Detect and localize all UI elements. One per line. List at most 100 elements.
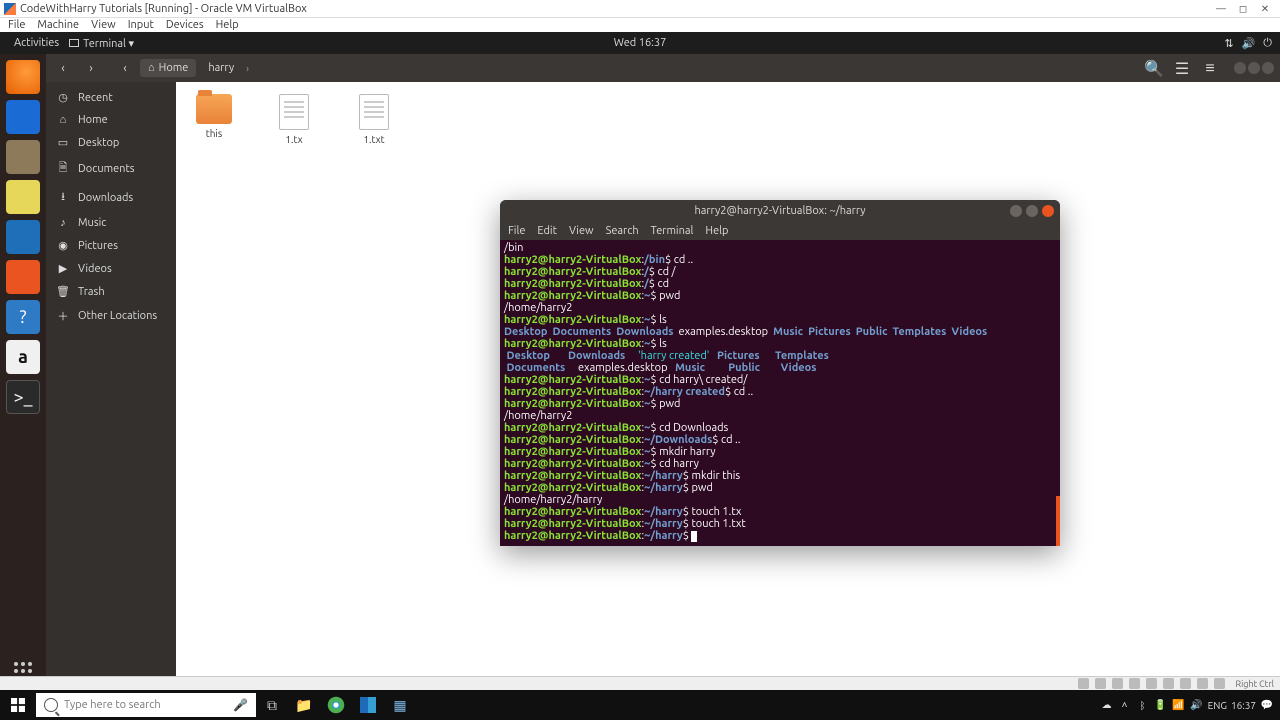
sidebar-label: Documents [78,163,135,175]
terminal-close-button[interactable] [1042,205,1054,217]
vb-optical-icon[interactable] [1095,678,1106,689]
file-item[interactable]: 1.tx [268,94,320,145]
sidebar-item-documents[interactable]: 🗎 Documents [46,154,176,183]
terminal-content[interactable]: /bin harry2@harry2-VirtualBox:/bin$ cd .… [500,240,1060,546]
taskbar-search[interactable]: 🎤 [36,693,256,717]
sidebar-label: Recent [78,92,113,104]
dock-help-icon[interactable]: ? [6,300,40,334]
terminal-maximize-button[interactable] [1026,205,1038,217]
start-button[interactable] [0,690,36,720]
focused-app-indicator[interactable]: Terminal ▾ [69,37,134,50]
tray-wifi-icon[interactable]: 📶 [1172,698,1186,712]
window-close-button[interactable] [1262,62,1274,74]
tray-chevron-icon[interactable]: ˄ [1118,698,1132,712]
taskbar-virtualbox-icon[interactable] [352,690,384,720]
sidebar-icon: ⌂ [56,114,70,126]
file-label: 1.tx [285,134,302,145]
virtualbox-statusbar: Right Ctrl [0,676,1280,690]
host-close-button[interactable]: ✕ [1254,2,1276,16]
vb-display-icon[interactable] [1180,678,1191,689]
tray-lang[interactable]: ENG [1208,700,1227,711]
power-icon[interactable]: ⏻ [1263,37,1272,50]
terminal-menubar: File Edit View Search Terminal Help [500,222,1060,240]
sidebar-item-downloads[interactable]: ⭳Downloads [46,183,176,212]
sidebar-item-desktop[interactable]: ▭Desktop [46,131,176,154]
breadcrumb-harry[interactable]: harry [200,59,242,77]
host-titlebar: CodeWithHarry Tutorials [Running] - Orac… [0,0,1280,18]
sidebar-item-other-locations[interactable]: ＋Other Locations [46,303,176,329]
file-item[interactable]: 1.txt [348,94,400,145]
scrollbar[interactable] [1056,496,1060,546]
tray-volume-icon[interactable]: 🔊 [1190,698,1204,712]
vb-shared-icon[interactable] [1163,678,1174,689]
terminal-menu-file[interactable]: File [508,225,525,237]
breadcrumb-home[interactable]: ⌂ Home [140,59,196,77]
path-prev-icon[interactable]: ‹ [114,57,136,79]
terminal-menu-view[interactable]: View [569,225,594,237]
taskbar-explorer-icon[interactable]: 📁 [288,690,320,720]
vb-usb-icon[interactable] [1146,678,1157,689]
tray-battery-icon[interactable]: 🔋 [1154,698,1168,712]
host-menu-help[interactable]: Help [216,19,239,31]
doc-icon [359,94,389,130]
sidebar-item-pictures[interactable]: ◉Pictures [46,234,176,257]
terminal-menu-help[interactable]: Help [705,225,728,237]
clock[interactable]: Wed 16:37 [614,37,667,49]
dock-thunderbird-icon[interactable] [6,100,40,134]
view-toggle-icon[interactable]: ☰ [1172,58,1192,78]
host-menu-view[interactable]: View [91,19,116,31]
dock-files-icon[interactable] [6,140,40,174]
host-menu-file[interactable]: File [8,19,25,31]
tray-onedrive-icon[interactable]: ☁ [1100,698,1114,712]
network-icon[interactable]: ⇅ [1224,37,1233,50]
terminal-menu-terminal[interactable]: Terminal [651,225,694,237]
window-minimize-button[interactable] [1234,62,1246,74]
tray-time[interactable]: 16:37 [1231,700,1256,711]
vb-hdd-icon[interactable] [1078,678,1089,689]
sidebar-item-music[interactable]: ♪Music [46,212,176,234]
terminal-minimize-button[interactable] [1010,205,1022,217]
forward-button[interactable]: › [80,57,102,79]
host-menu-devices[interactable]: Devices [166,19,204,31]
sidebar-item-trash[interactable]: 🗑Trash [46,280,176,303]
tray-notifications-icon[interactable]: 💬 [1260,698,1274,712]
terminal-menu-edit[interactable]: Edit [537,225,557,237]
taskbar-app-icon[interactable]: ▦ [384,690,416,720]
dock-terminal-icon[interactable]: >_ [6,380,40,414]
host-menu-input[interactable]: Input [128,19,154,31]
vb-network-icon[interactable] [1129,678,1140,689]
vb-cpu-icon[interactable] [1214,678,1225,689]
sidebar-item-videos[interactable]: ▶Videos [46,257,176,280]
tray-bluetooth-icon[interactable]: ᛒ [1136,698,1150,712]
volume-icon[interactable]: 🔊 [1242,37,1256,50]
folder-item[interactable]: this [188,94,240,139]
activities-button[interactable]: Activities [8,35,65,51]
task-view-icon[interactable]: ⧉ [256,690,288,720]
dock-firefox-icon[interactable] [6,60,40,94]
sidebar-icon: ⭳ [56,188,70,207]
terminal-titlebar[interactable]: harry2@harry2-VirtualBox: ~/harry [500,200,1060,222]
vb-recording-icon[interactable] [1197,678,1208,689]
dock-amazon-icon[interactable]: a [6,340,40,374]
vb-audio-icon[interactable] [1112,678,1123,689]
hamburger-menu-icon[interactable]: ≡ [1200,58,1220,78]
taskbar-chrome-icon[interactable] [320,690,352,720]
chevron-right-icon: › [246,63,249,74]
search-icon[interactable]: 🔍 [1144,58,1164,78]
dock-writer-icon[interactable] [6,220,40,254]
sidebar-item-recent[interactable]: ◷Recent [46,86,176,109]
window-maximize-button[interactable] [1248,62,1260,74]
sidebar-item-home[interactable]: ⌂Home [46,109,176,131]
file-label: 1.txt [363,134,384,145]
search-input[interactable] [64,699,233,711]
mic-icon[interactable]: 🎤 [233,698,248,712]
back-button[interactable]: ‹ [52,57,74,79]
sidebar-icon: ♪ [56,217,70,229]
host-minimize-button[interactable]: — [1210,2,1232,16]
host-menu-machine[interactable]: Machine [37,19,79,31]
dock-software-icon[interactable] [6,260,40,294]
sidebar-icon: 🗎 [56,159,70,178]
host-maximize-button[interactable]: ◻ [1232,2,1254,16]
terminal-menu-search[interactable]: Search [606,225,639,237]
dock-rhythmbox-icon[interactable] [6,180,40,214]
